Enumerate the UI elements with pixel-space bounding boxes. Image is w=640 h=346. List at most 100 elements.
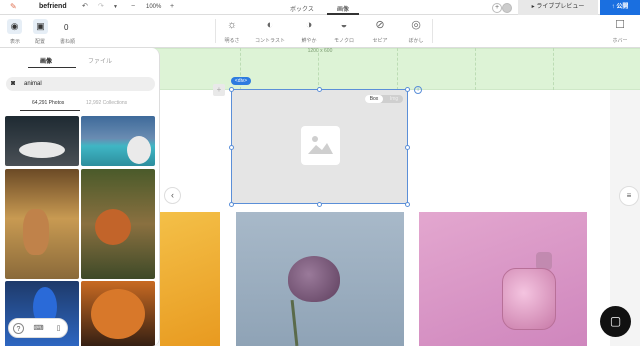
perfume-bottle [502,268,556,330]
vibrance-icon: ◑ [305,19,313,31]
publish-label: 公開 [616,4,629,10]
mono-icon: ◒ [340,19,348,31]
live-preview-label: ライブプレビュー [536,4,585,10]
help-icon[interactable]: ? [13,323,24,334]
brightness-filter[interactable]: ☼ 明るさ [212,19,252,44]
chat-icon: ▢ [609,314,622,328]
hover-toggle[interactable]: ☐ ホバー [600,19,640,44]
resize-handle[interactable] [317,87,322,92]
image-order-value[interactable]: 0 [64,23,68,32]
vibrance-label: 鮮やか [301,38,317,44]
mono-filter[interactable]: ◒ モノクロ [324,19,364,44]
squirrel-shape [95,209,131,245]
camera-icon: ◙ [11,80,16,87]
sun-icon: ☼ [226,19,238,31]
zoom-in-icon[interactable]: + [170,3,174,11]
white-tiger-shape [19,142,65,158]
add-element-icon[interactable]: + [213,84,225,96]
goat-shape [127,136,151,164]
resize-handle[interactable] [229,87,234,92]
section-size-label: 1200 x 600 [307,48,333,54]
deer-thumbnail[interactable] [5,169,79,279]
right-panel-button[interactable]: ≡ [619,186,639,206]
zoom-level: 100% [146,4,162,10]
pen-logo-icon[interactable]: ✎ [10,3,18,11]
resize-handle[interactable] [229,202,234,207]
tiger-thumbnail[interactable] [5,116,79,166]
display-label: 表示 [10,39,21,45]
resize-handle[interactable] [317,202,322,207]
chevron-left-icon: ‹ [171,190,174,200]
orange-photo[interactable] [160,212,220,346]
menu-lines-icon: ≡ [626,191,632,200]
keyboard-icon[interactable]: ⌨ [33,323,44,334]
resize-handle[interactable] [229,145,234,150]
panel-footer-toolbar: ? ⌨ ▯ [8,318,68,338]
sepia-label: セピア [372,38,388,44]
rose-flower [288,256,340,302]
collections-count-tab[interactable]: 12,992 Collections [86,100,127,106]
grid-guide [397,48,398,90]
top-bar: ✎ befriend ↶ ↷ ▼ − 100% + ボックス 画像 + ▸ ライ… [0,0,640,15]
grid-guide [318,48,319,90]
tab-box[interactable]: ボックス [290,4,314,13]
chat-button[interactable]: ▢ [600,306,631,337]
blur-label: ぼかし [408,38,424,44]
vibrance-filter[interactable]: ◑ 鮮やか [289,19,329,44]
contrast-filter[interactable]: ◐ コントラスト [250,19,290,44]
lake-thumbnail[interactable] [81,116,155,166]
grid-guide [475,48,476,90]
history-dropdown-icon[interactable]: ▼ [113,3,118,11]
tiger-face-thumbnail[interactable] [81,281,155,346]
box-mode-option[interactable]: Box [365,95,383,103]
contrast-icon: ◐ [266,19,274,31]
avatar[interactable] [502,3,512,13]
app-root: ✎ befriend ↶ ↷ ▼ − 100% + ボックス 画像 + ▸ ライ… [0,0,640,346]
image-placeholder-icon [301,126,340,165]
hover-box-icon: ☐ [615,19,625,31]
undo-icon[interactable]: ↶ [82,3,88,11]
project-name[interactable]: befriend [39,3,67,10]
count-tab-underline [20,110,80,111]
resize-handle[interactable] [405,87,410,92]
deer-shape [23,209,49,255]
blur-filter[interactable]: ◎ ぼかし [396,19,436,44]
device-icon[interactable]: ▯ [53,323,64,334]
panel-tab-underline [28,67,76,68]
publish-button[interactable]: ↑ 公開 [600,0,640,15]
image-order-label: 書ね順 [60,39,76,45]
sepia-filter[interactable]: ⊘ セピア [360,19,400,44]
add-user-icon[interactable]: + [492,3,502,13]
layout-icon: ▣ [36,21,45,31]
tab-image[interactable]: 画像 [337,4,349,13]
brightness-label: 明るさ [224,38,240,44]
live-preview-button[interactable]: ▸ ライブプレビュー [518,0,598,15]
grid-guide [553,48,554,90]
hover-label: ホバー [612,38,628,44]
layout-label: 配置 [35,39,46,45]
background-mode-toggle[interactable]: Box Img [365,95,403,103]
contrast-label: コントラスト [255,38,285,44]
resize-handle[interactable] [405,202,410,207]
image-search-input[interactable]: animal [6,77,155,91]
display-toggle-button[interactable]: ◉ [7,19,22,34]
img-mode-option[interactable]: Img [385,95,403,103]
photos-count-tab[interactable]: 64,291 Photos [32,100,64,106]
sepia-icon: ⊘ [375,19,385,31]
redo-icon[interactable]: ↷ [98,3,104,11]
image-library-panel: 画像 ファイル animal ◙ 64,291 Photos 12,992 Co… [0,48,160,346]
collapse-panel-button[interactable]: ‹ [164,187,181,204]
toolbar-divider [432,19,433,43]
squirrel-thumbnail[interactable] [81,169,155,279]
eye-icon: ◉ [10,21,19,31]
tab-files[interactable]: ファイル [88,56,112,65]
info-icon[interactable]: i [414,86,422,94]
tab-images[interactable]: 画像 [40,56,52,65]
zoom-out-icon[interactable]: − [131,3,135,11]
resize-handle[interactable] [405,145,410,150]
image-toolbar: ◉ 表示 ▣ 配置 0 書ね順 ☼ 明るさ ◐ コントラスト ◑ 鮮やか ◒ モ… [0,15,640,48]
div-tag-badge[interactable]: <div> [231,77,251,85]
tiger-face-shape [91,289,145,339]
blur-icon: ◎ [411,19,421,31]
layout-button[interactable]: ▣ [33,19,48,34]
